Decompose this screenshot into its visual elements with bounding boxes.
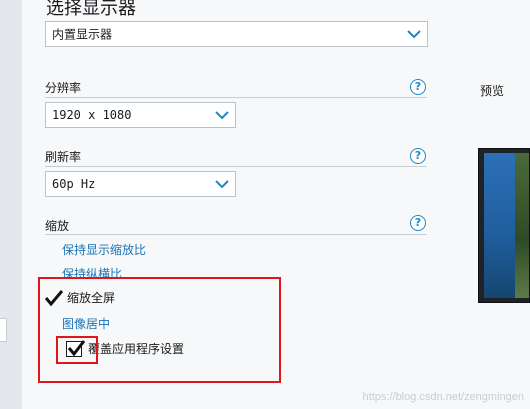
preview-label: 预览 [480,84,505,98]
help-icon[interactable]: ? [410,215,426,231]
chevron-down-icon [215,110,229,120]
resolution-value: 1920 x 1080 [52,108,132,122]
scaling-option-keep-aspect[interactable]: 保持纵横比 [62,265,122,277]
scaling-label: 缩放 [45,219,70,233]
left-nav-strip [0,0,23,409]
refresh-select[interactable]: 60p Hz [45,171,236,197]
annotation-box-checkbox [56,336,98,364]
preview-image [478,148,530,303]
resolution-divider [45,97,427,98]
scaling-option-keep-display-scale[interactable]: 保持显示缩放比 [62,241,146,258]
watermark: https://blog.csdn.net/zengmingen [362,391,524,403]
refresh-value: 60p Hz [52,177,96,191]
help-icon[interactable]: ? [410,148,426,164]
annotation-box-scaling [38,277,281,383]
preview-screen [484,153,529,298]
resolution-label: 分辨率 [45,81,82,95]
left-nav-indicator[interactable] [0,318,7,342]
resolution-select[interactable]: 1920 x 1080 [45,102,236,128]
scaling-divider [45,234,427,235]
chevron-down-icon [215,179,229,189]
refresh-divider [45,166,427,167]
section-title: 选择显示器 [46,0,136,19]
chevron-down-icon [407,29,421,39]
monitor-select-value: 内置显示器 [52,27,113,42]
refresh-label: 刷新率 [45,150,82,164]
preview-wallpaper-detail [515,153,529,298]
monitor-select[interactable]: 内置显示器 [45,21,428,47]
help-icon[interactable]: ? [410,79,426,95]
